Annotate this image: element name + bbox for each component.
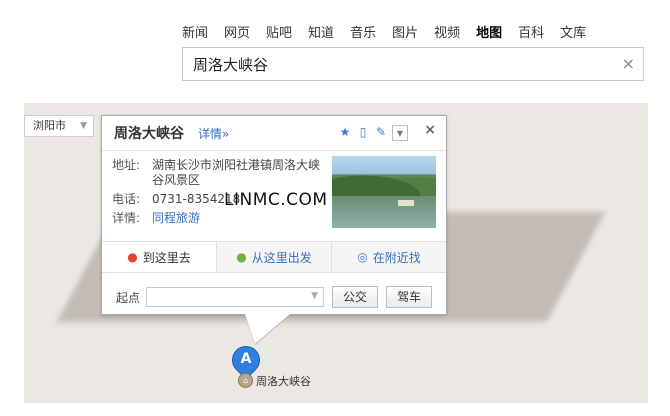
address-row: 地址: 湖南长沙市浏阳社港镇周洛大峡谷风景区 bbox=[112, 158, 327, 188]
tab-go-here-label: 到这里去 bbox=[142, 250, 191, 265]
search-box: × bbox=[182, 47, 644, 81]
phone-label: 电话: bbox=[112, 192, 141, 206]
start-input[interactable]: ▼ bbox=[146, 287, 325, 307]
city-select-label: 浏阳市 bbox=[33, 119, 66, 132]
pin-icon: ● bbox=[127, 250, 138, 264]
edit-icon[interactable]: ✎ bbox=[374, 125, 388, 139]
city-select[interactable]: 浏阳市 ▼ bbox=[24, 115, 94, 137]
address-label: 地址: bbox=[112, 158, 141, 172]
detail-label: 详情: bbox=[112, 211, 141, 225]
details-link[interactable]: 详情» bbox=[198, 125, 229, 142]
pin-icon: ● bbox=[236, 250, 247, 264]
tab-start-here-label: 从这里出发 bbox=[251, 250, 312, 265]
nav-item-wenku[interactable]: 文库 bbox=[560, 22, 586, 41]
nav-item-news[interactable]: 新闻 bbox=[182, 22, 208, 41]
clear-icon[interactable]: × bbox=[622, 54, 635, 73]
detail-source-link[interactable]: 同程旅游 bbox=[152, 211, 200, 226]
place-photo[interactable] bbox=[332, 156, 436, 228]
nav-item-images[interactable]: 图片 bbox=[392, 22, 418, 41]
popup-header: 周洛大峡谷 详情» ★ ▯ ✎ ▼ × bbox=[102, 116, 446, 151]
search-input[interactable] bbox=[191, 48, 615, 80]
tab-go-here[interactable]: ● 到这里去 bbox=[102, 242, 216, 272]
nav-item-zhidao[interactable]: 知道 bbox=[308, 22, 334, 41]
top-nav: 新闻 网页 贴吧 知道 音乐 图片 视频 地图 百科 文库 bbox=[182, 22, 602, 41]
drive-button[interactable]: 驾车 bbox=[386, 286, 433, 308]
tab-nearby-label: 在附近找 bbox=[372, 250, 421, 265]
chevron-down-icon: ▼ bbox=[80, 121, 87, 131]
tab-nearby[interactable]: ◎ 在附近找 bbox=[331, 242, 446, 272]
poi-label[interactable]: 周洛大峡谷 bbox=[256, 373, 311, 389]
popup-pointer bbox=[245, 314, 290, 344]
chevron-down-icon[interactable]: ▼ bbox=[392, 125, 408, 141]
nav-item-music[interactable]: 音乐 bbox=[350, 22, 376, 41]
scenic-poi-icon: ⌂ bbox=[238, 373, 253, 388]
nav-item-video[interactable]: 视频 bbox=[434, 22, 460, 41]
phone-icon[interactable]: ▯ bbox=[356, 125, 370, 139]
nav-item-map[interactable]: 地图 bbox=[476, 22, 502, 41]
popup-actions: ★ ▯ ✎ ▼ bbox=[338, 125, 408, 141]
bus-button[interactable]: 公交 bbox=[332, 286, 379, 308]
start-label: 起点 bbox=[116, 290, 141, 305]
tab-start-here[interactable]: ● 从这里出发 bbox=[216, 242, 331, 272]
star-icon[interactable]: ★ bbox=[338, 125, 352, 139]
route-form: 起点 ▼ 公交 驾车 bbox=[116, 286, 433, 308]
search-icon: ◎ bbox=[357, 250, 368, 264]
address-value: 湖南长沙市浏阳社港镇周洛大峡谷风景区 bbox=[152, 158, 321, 187]
detail-row: 详情: 同程旅游 bbox=[112, 211, 327, 226]
nav-item-baike[interactable]: 百科 bbox=[518, 22, 544, 41]
popup-title: 周洛大峡谷 bbox=[114, 126, 184, 142]
route-tabs: ● 到这里去 ● 从这里出发 ◎ 在附近找 bbox=[102, 241, 446, 273]
nav-item-tieba[interactable]: 贴吧 bbox=[266, 22, 292, 41]
chevron-down-icon[interactable]: ▼ bbox=[311, 291, 318, 301]
close-icon[interactable]: × bbox=[424, 122, 436, 138]
map-marker-letter: A bbox=[240, 351, 252, 367]
info-popup: 周洛大峡谷 详情» ★ ▯ ✎ ▼ × 地址: 湖南长沙市浏阳社港镇周洛大峡谷风… bbox=[101, 115, 447, 315]
nav-item-web[interactable]: 网页 bbox=[224, 22, 250, 41]
watermark: LINMC.COM bbox=[224, 190, 328, 210]
